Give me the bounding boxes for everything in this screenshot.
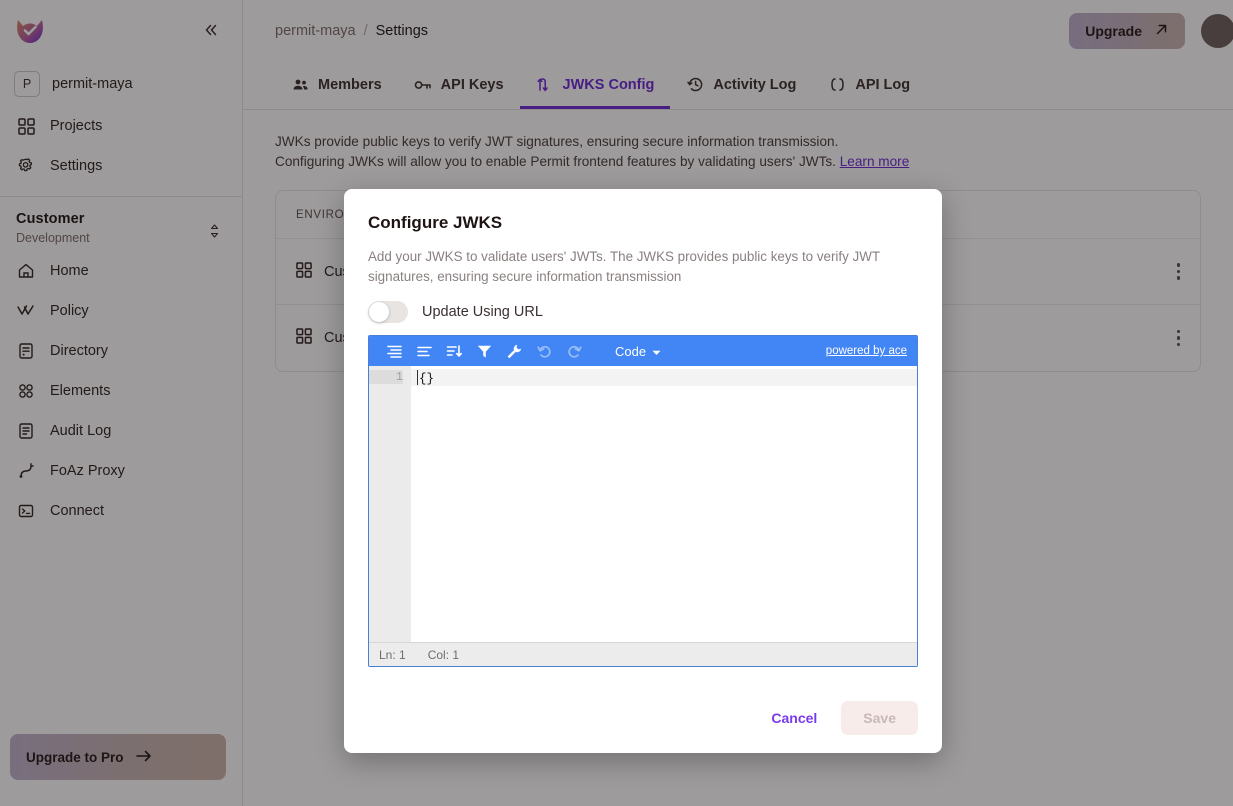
format-indent-icon[interactable] [379, 336, 409, 366]
format-align-icon[interactable] [409, 336, 439, 366]
jwks-json-editor: Code powered by ace 1 {} Ln: 1 Col: 1 [368, 335, 918, 667]
cancel-button[interactable]: Cancel [757, 702, 831, 734]
caret-down-icon [652, 344, 661, 359]
editor-status-column: Col: 1 [427, 647, 460, 662]
modal-title: Configure JWKS [368, 213, 503, 232]
modal-actions: Cancel Save [368, 701, 918, 735]
sort-icon[interactable] [439, 336, 469, 366]
editor-status-bar: Ln: 1 Col: 1 [369, 642, 917, 666]
update-using-url-row: Update Using URL [368, 301, 918, 323]
editor-line-number: 1 [369, 370, 403, 384]
toggle-knob [369, 302, 389, 322]
editor-mode-dropdown[interactable]: Code [615, 344, 661, 359]
wrench-icon[interactable] [499, 336, 529, 366]
update-using-url-toggle[interactable] [368, 301, 408, 323]
editor-status-line: Ln: 1 [379, 647, 406, 662]
editor-text-value: {} [419, 372, 435, 386]
editor-mode-label: Code [615, 343, 647, 359]
filter-funnel-icon[interactable] [469, 336, 499, 366]
undo-icon[interactable] [529, 336, 559, 366]
app-root: P permit-maya Projects Settings Customer… [0, 0, 1233, 806]
modal-description: Add your JWKS to validate users' JWTs. T… [368, 249, 880, 284]
editor-text-line: {} [417, 370, 917, 386]
editor-body[interactable]: 1 {} [369, 366, 917, 642]
redo-icon[interactable] [559, 336, 589, 366]
powered-by-ace-link[interactable]: powered by ace [826, 345, 907, 357]
editor-caret [417, 370, 418, 385]
editor-gutter: 1 [369, 366, 411, 642]
save-button[interactable]: Save [841, 701, 918, 735]
editor-toolbar: Code powered by ace [369, 336, 917, 366]
update-using-url-label: Update Using URL [422, 304, 543, 320]
editor-content[interactable]: {} [411, 366, 917, 642]
configure-jwks-modal: Configure JWKS Add your JWKS to validate… [344, 189, 942, 753]
